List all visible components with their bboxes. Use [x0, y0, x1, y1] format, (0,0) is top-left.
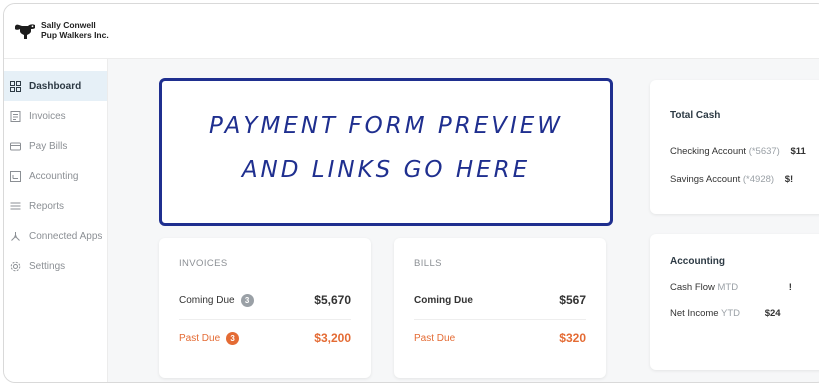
sidebar-item-label: Reports: [29, 200, 65, 212]
savings-account-row[interactable]: Savings Account (*4928) $!: [670, 174, 793, 185]
coming-due-text: Coming Due: [179, 294, 235, 306]
checking-account-row[interactable]: Checking Account (*5637) $11: [670, 146, 806, 157]
bills-past-due-amount: $320: [559, 331, 586, 345]
coming-due-label: Coming Due 3: [179, 293, 254, 307]
sidebar-item-label: Pay Bills: [29, 140, 68, 152]
bills-coming-due-amount: $567: [559, 293, 586, 307]
past-due-text: Past Due: [179, 332, 221, 344]
bills-past-due-row[interactable]: Past Due $320: [414, 320, 586, 356]
sidebar-item-label: Dashboard: [29, 80, 82, 92]
sidebar-item-label: Connected Apps: [29, 230, 103, 242]
past-due-amount: $3,200: [314, 331, 351, 345]
accounting-card: Accounting Cash Flow MTD ! Net Income YT…: [650, 234, 819, 370]
sidebar-item-label: Accounting: [29, 170, 79, 182]
sidebar-item-reports[interactable]: Reports: [4, 191, 107, 221]
net-income-period: YTD: [721, 308, 741, 319]
app-window: Sally Conwell Pup Walkers Inc. Dashboard…: [3, 3, 819, 383]
company-name: Sally Conwell Pup Walkers Inc.: [41, 20, 109, 40]
sidebar-item-label: Settings: [29, 260, 66, 272]
card-icon: [10, 141, 21, 152]
ledger-icon: [10, 170, 21, 182]
checking-label: Checking Account: [670, 146, 747, 157]
net-income-row[interactable]: Net Income YTD $24: [670, 308, 781, 319]
cash-flow-row[interactable]: Cash Flow MTD !: [670, 282, 792, 293]
cash-flow-period: MTD: [717, 282, 739, 293]
invoices-card: INVOICES Coming Due 3 $5,670 Past Due 3 …: [159, 238, 371, 378]
cash-flow-label: Cash Flow: [670, 282, 715, 293]
placeholder-line2: AND LINKS GO HERE: [241, 157, 531, 183]
gear-icon: [10, 261, 21, 272]
savings-balance: $!: [784, 174, 794, 185]
company-name-line2: Pup Walkers Inc.: [41, 30, 109, 40]
sidebar-item-dashboard[interactable]: Dashboard: [4, 71, 107, 101]
sidebar: Dashboard Invoices Pay Bills Accounting …: [4, 59, 108, 382]
net-income-label: Net Income: [670, 308, 719, 319]
net-income-value: $24: [764, 308, 781, 319]
accounting-title: Accounting: [670, 256, 725, 267]
sidebar-item-label: Invoices: [29, 110, 66, 122]
sidebar-item-settings[interactable]: Settings: [4, 251, 107, 281]
bills-coming-due-label: Coming Due: [414, 294, 473, 306]
savings-label: Savings Account: [670, 174, 741, 185]
dashboard-grid-icon: [10, 80, 21, 92]
bills-past-due-label: Past Due: [414, 332, 456, 344]
bills-card-title: BILLS: [414, 258, 442, 269]
bills-coming-due-row[interactable]: Coming Due $567: [414, 282, 586, 318]
connected-apps-icon: [10, 231, 21, 242]
savings-account-number: (*4928): [742, 174, 775, 185]
past-due-count-badge: 3: [226, 331, 240, 345]
top-bar: Sally Conwell Pup Walkers Inc.: [4, 4, 819, 59]
reports-icon: [10, 201, 21, 212]
coming-due-count-badge: 3: [240, 293, 254, 307]
cash-flow-value: !: [788, 282, 792, 293]
sidebar-item-pay-bills[interactable]: Pay Bills: [4, 131, 107, 161]
payment-form-placeholder: PAYMENT FORM PREVIEW AND LINKS GO HERE: [159, 78, 613, 226]
placeholder-line1: PAYMENT FORM PREVIEW: [208, 113, 564, 139]
sidebar-item-invoices[interactable]: Invoices: [4, 101, 107, 131]
dog-logo-icon: [15, 24, 35, 39]
total-cash-card: Total Cash Checking Account (*5637) $11 …: [650, 80, 819, 214]
past-due-label: Past Due 3: [179, 331, 240, 345]
checking-balance: $11: [790, 146, 806, 157]
invoice-icon: [10, 110, 21, 122]
checking-account-number: (*5637): [748, 146, 780, 157]
invoices-card-title: INVOICES: [179, 258, 228, 269]
sidebar-item-connected-apps[interactable]: Connected Apps: [4, 221, 107, 251]
invoices-past-due-row[interactable]: Past Due 3 $3,200: [179, 320, 351, 356]
sidebar-item-accounting[interactable]: Accounting: [4, 161, 107, 191]
coming-due-amount: $5,670: [314, 293, 351, 307]
invoices-coming-due-row[interactable]: Coming Due 3 $5,670: [179, 282, 351, 318]
bills-card: BILLS Coming Due $567 Past Due $320: [394, 238, 606, 378]
company-name-line1: Sally Conwell: [41, 20, 96, 30]
total-cash-title: Total Cash: [670, 110, 721, 121]
